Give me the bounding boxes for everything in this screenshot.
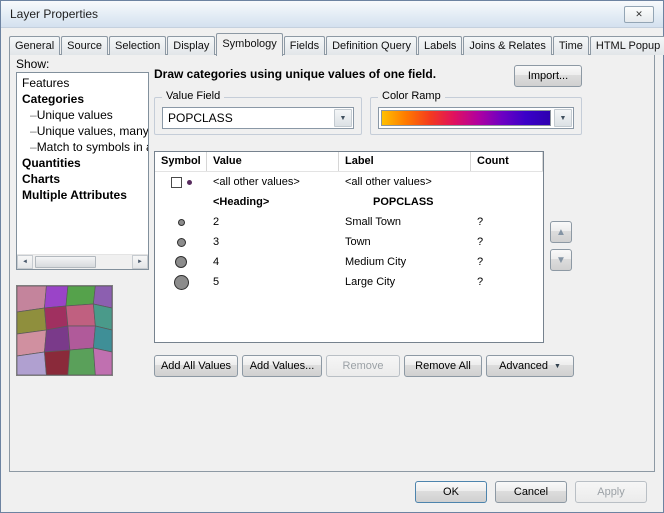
scroll-right-icon[interactable]: ► [132, 255, 148, 269]
tree-item-unique-values-many[interactable]: Unique values, many [17, 123, 148, 139]
page-description: Draw categories using unique values of o… [154, 67, 436, 81]
header-count: Count [471, 152, 543, 171]
color-ramp-combobox[interactable]: ▼ [378, 107, 574, 129]
map-preview [16, 285, 113, 376]
tree-item-unique-values[interactable]: Unique values [17, 107, 148, 123]
tab-definition-query[interactable]: Definition Query [326, 36, 417, 55]
chevron-down-icon[interactable]: ▼ [554, 109, 572, 127]
tab-general[interactable]: General [9, 36, 60, 55]
remove-button: Remove [326, 355, 400, 377]
import-button[interactable]: Import... [514, 65, 582, 87]
color-ramp-preview [381, 110, 551, 126]
ok-button[interactable]: OK [415, 481, 487, 503]
tab-fields[interactable]: Fields [284, 36, 325, 55]
add-values-button[interactable]: Add Values... [242, 355, 322, 377]
table-row-value-5[interactable]: 5 Large City ? [155, 272, 543, 292]
color-ramp-group-label: Color Ramp [378, 90, 445, 102]
close-button[interactable]: ✕ [624, 6, 654, 23]
all-other-values-checkbox[interactable] [171, 177, 182, 188]
import-button-label: Import... [528, 70, 568, 82]
tree-item-match-symbols[interactable]: Match to symbols in a [17, 139, 148, 155]
show-label: Show: [16, 57, 49, 71]
tree-item-charts[interactable]: Charts [17, 171, 148, 187]
small-dot-symbol-icon[interactable] [187, 180, 192, 185]
tab-selection[interactable]: Selection [109, 36, 166, 55]
tab-symbology[interactable]: Symbology [216, 33, 282, 56]
dialog-footer: OK Cancel Apply [415, 481, 647, 503]
tab-display[interactable]: Display [167, 36, 215, 55]
table-row-value-2[interactable]: 2 Small Town ? [155, 212, 543, 232]
table-row-value-3[interactable]: 3 Town ? [155, 232, 543, 252]
color-ramp-group: Color Ramp ▼ [370, 97, 582, 135]
table-row-value-4[interactable]: 4 Medium City ? [155, 252, 543, 272]
header-label: Label [339, 152, 471, 171]
map-preview-image [17, 286, 112, 375]
window-title: Layer Properties [10, 7, 98, 21]
tree-list: Features Categories Unique values Unique… [17, 73, 148, 254]
tab-strip: General Source Selection Display Symbolo… [9, 32, 664, 55]
graduated-circle-icon[interactable] [178, 219, 185, 226]
add-all-values-button[interactable]: Add All Values [154, 355, 238, 377]
remove-all-button[interactable]: Remove All [404, 355, 482, 377]
layer-properties-dialog: Layer Properties ✕ General Source Select… [0, 0, 664, 513]
move-down-button[interactable]: ▼ [550, 249, 572, 271]
unique-values-table: Symbol Value Label Count <all other valu… [154, 151, 544, 343]
symbology-type-tree: Features Categories Unique values Unique… [16, 72, 149, 270]
graduated-circle-icon[interactable] [174, 275, 189, 290]
move-up-button[interactable]: ▲ [550, 221, 572, 243]
header-symbol: Symbol [155, 152, 207, 171]
menu-dropdown-icon: ▼ [554, 363, 561, 370]
cancel-button[interactable]: Cancel [495, 481, 567, 503]
graduated-circle-icon[interactable] [177, 238, 186, 247]
table-row-heading[interactable]: <Heading> POPCLASS [155, 192, 543, 212]
titlebar[interactable]: Layer Properties [1, 1, 663, 28]
header-value: Value [207, 152, 339, 171]
chevron-down-icon[interactable]: ▼ [334, 109, 352, 127]
apply-button: Apply [575, 481, 647, 503]
arrow-down-icon: ▼ [556, 255, 566, 266]
tree-item-quantities[interactable]: Quantities [17, 155, 148, 171]
tab-time[interactable]: Time [553, 36, 589, 55]
tree-item-categories[interactable]: Categories [17, 91, 148, 107]
advanced-button[interactable]: Advanced ▼ [486, 355, 574, 377]
tab-source[interactable]: Source [61, 36, 108, 55]
tree-item-multiple-attributes[interactable]: Multiple Attributes [17, 187, 148, 203]
tab-labels[interactable]: Labels [418, 36, 462, 55]
value-field-selected: POPCLASS [163, 108, 333, 128]
tab-joins-relates[interactable]: Joins & Relates [463, 36, 551, 55]
value-field-combobox[interactable]: POPCLASS ▼ [162, 107, 354, 129]
value-field-group-label: Value Field [162, 90, 224, 102]
scrollbar-thumb[interactable] [35, 256, 96, 268]
symbology-tab-page: Show: Features Categories Unique values … [9, 54, 655, 472]
tab-html-popup[interactable]: HTML Popup [590, 36, 664, 55]
table-row-all-other-values[interactable]: <all other values> <all other values> [155, 172, 543, 192]
tree-horizontal-scrollbar[interactable]: ◄ ► [17, 254, 148, 269]
close-icon: ✕ [635, 9, 643, 20]
graduated-circle-icon[interactable] [175, 256, 187, 268]
scroll-left-icon[interactable]: ◄ [17, 255, 33, 269]
arrow-up-icon: ▲ [556, 227, 566, 238]
scrollbar-track[interactable] [33, 255, 132, 269]
value-field-group: Value Field POPCLASS ▼ [154, 97, 362, 135]
tree-item-features[interactable]: Features [17, 75, 148, 91]
table-header: Symbol Value Label Count [155, 152, 543, 172]
